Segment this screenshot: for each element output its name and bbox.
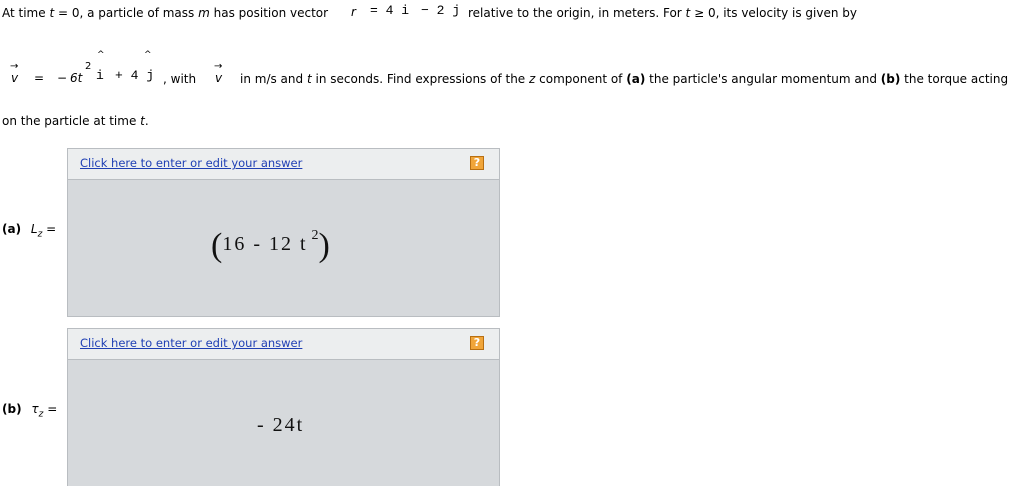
v-symbol: v bbox=[11, 71, 19, 85]
mass-variable: m bbox=[198, 6, 210, 20]
with-text: , with bbox=[163, 72, 197, 86]
position-vector-symbol: r bbox=[351, 5, 356, 19]
velocity-exponent: 2 bbox=[85, 61, 92, 72]
r-expr-part: − 2 j bbox=[421, 3, 461, 18]
problem-line-2-rest: in m/s and t in seconds. Find expression… bbox=[240, 72, 1008, 86]
hat-icon: ^ bbox=[144, 50, 152, 60]
answer-header: Click here to enter or edit your answer … bbox=[68, 149, 499, 180]
velocity-coefficient: 6t bbox=[70, 71, 83, 85]
position-expression: = 4 i bbox=[370, 3, 409, 18]
vector-arrow-icon: → bbox=[10, 61, 19, 72]
close-paren: ) bbox=[318, 227, 330, 264]
i-unit-vector: i bbox=[96, 68, 104, 83]
part-label: (b) bbox=[2, 402, 22, 416]
answer-text: - 24t bbox=[257, 414, 305, 436]
help-icon[interactable]: ? bbox=[470, 336, 484, 350]
equals: = bbox=[47, 402, 58, 416]
velocity-vector-symbol: → v bbox=[10, 62, 19, 86]
problem-line-1: At time t = 0, a particle of mass m has … bbox=[2, 6, 328, 20]
problem-line-3: on the particle at time t. bbox=[2, 114, 149, 128]
r-symbol: r bbox=[351, 5, 356, 19]
text: At time bbox=[2, 6, 50, 20]
text: . bbox=[144, 114, 149, 128]
part-b-label: (b) τz = bbox=[2, 402, 57, 419]
r-expr-part: = 4 i bbox=[370, 3, 410, 18]
text: has position vector bbox=[209, 6, 329, 20]
subscript: z bbox=[37, 229, 43, 240]
help-icon[interactable]: ? bbox=[470, 156, 484, 170]
part-a-label: (a) Lz = bbox=[2, 222, 56, 239]
part-label: (a) bbox=[2, 222, 22, 236]
torque-symbol: τz bbox=[31, 402, 44, 420]
text: = 0, a particle of mass bbox=[54, 6, 199, 20]
text: in seconds. Find expressions of the bbox=[311, 72, 530, 86]
v-symbol: v bbox=[215, 71, 223, 85]
text: relative to the origin, in meters. For bbox=[468, 6, 686, 20]
open-paren: ( bbox=[211, 227, 223, 264]
velocity-y-term: + 4 j bbox=[115, 68, 155, 83]
part-a-tag: (a) bbox=[626, 72, 646, 86]
problem-line-1-rest: relative to the origin, in meters. For t… bbox=[468, 6, 857, 20]
answer-exponent: 2 bbox=[311, 228, 319, 243]
text: ≥ 0, its velocity is given by bbox=[690, 6, 858, 20]
answer-text: 16 - 12 t bbox=[222, 233, 308, 255]
hat-icon: ^ bbox=[97, 50, 105, 60]
equals: = bbox=[46, 222, 57, 236]
text: the torque acting bbox=[900, 72, 1009, 86]
part-b-tag: (b) bbox=[880, 72, 901, 86]
tau-symbol: τ bbox=[31, 402, 39, 416]
text: component of bbox=[535, 72, 627, 86]
position-expression-2: − 2 j bbox=[421, 3, 460, 18]
edit-answer-link[interactable]: Click here to enter or edit your answer bbox=[80, 156, 302, 170]
answer-expression: (16 - 12 t 2) bbox=[211, 227, 330, 265]
answer-expression: - 24t bbox=[257, 414, 304, 437]
angular-momentum-symbol: Lz bbox=[30, 222, 43, 240]
minus-sign: − bbox=[57, 71, 68, 85]
text: on the particle at time bbox=[2, 114, 141, 128]
answer-header: Click here to enter or edit your answer … bbox=[68, 329, 499, 360]
text: the particle's angular momentum and bbox=[645, 72, 881, 86]
L-symbol: L bbox=[30, 222, 38, 236]
velocity-vector-symbol-2: → v bbox=[214, 62, 223, 86]
equals-sign: = bbox=[34, 71, 45, 85]
vector-arrow-icon: → bbox=[214, 61, 223, 72]
text: in m/s and bbox=[240, 72, 307, 86]
subscript: z bbox=[38, 409, 44, 420]
answer-panel-b[interactable]: Click here to enter or edit your answer … bbox=[67, 328, 500, 486]
edit-answer-link[interactable]: Click here to enter or edit your answer bbox=[80, 336, 302, 350]
answer-panel-a[interactable]: Click here to enter or edit your answer … bbox=[67, 148, 500, 317]
